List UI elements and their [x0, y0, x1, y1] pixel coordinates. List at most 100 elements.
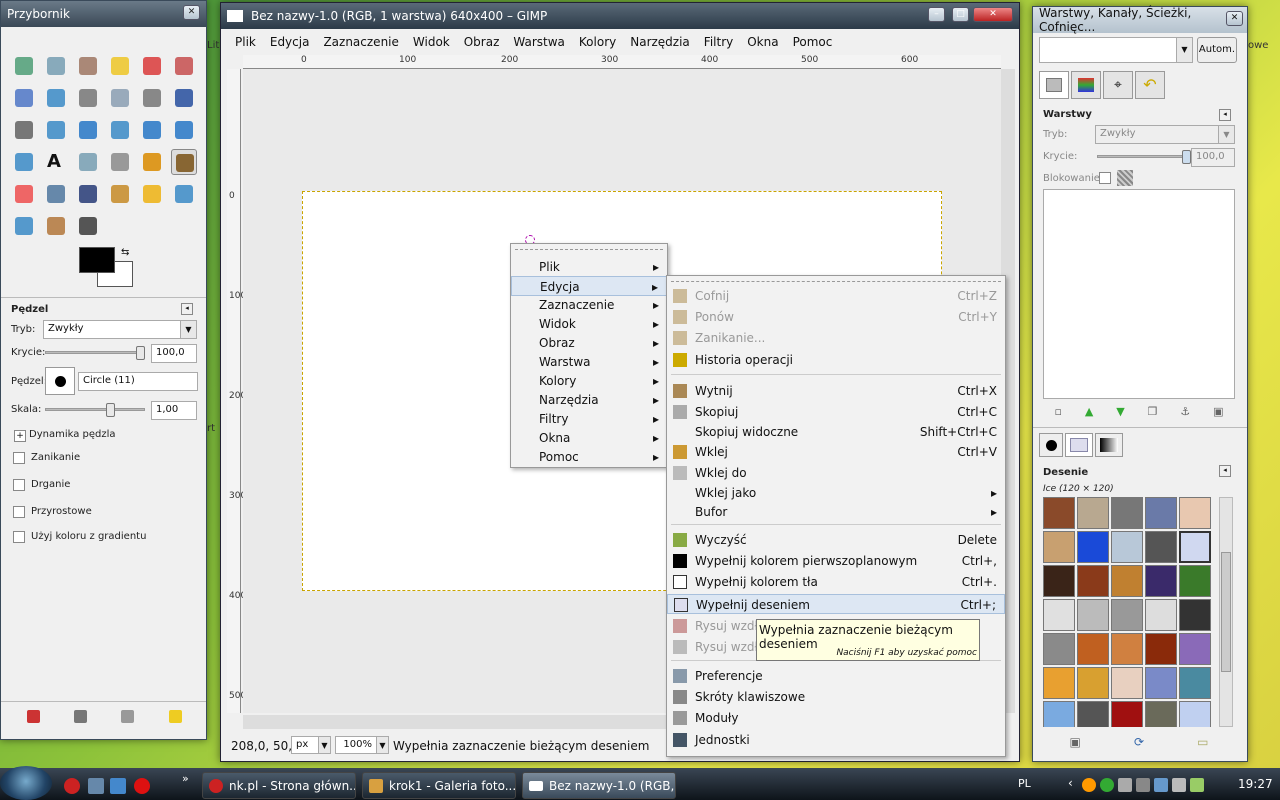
panel-menu-icon[interactable]: ◂: [1219, 465, 1231, 477]
pattern-swatch[interactable]: [1179, 565, 1211, 597]
edit-menu-item[interactable]: Skróty klawiszowe: [667, 687, 1005, 707]
menu-warstwa[interactable]: Warstwa: [513, 35, 565, 49]
pattern-swatch[interactable]: [1043, 667, 1075, 699]
close-button[interactable]: ✕: [183, 5, 200, 20]
tray-app2-icon[interactable]: [1136, 778, 1150, 792]
layer-mode-select[interactable]: Zwykły ▼: [1095, 125, 1235, 144]
pattern-swatch[interactable]: [1077, 497, 1109, 529]
layers-list[interactable]: [1043, 189, 1235, 399]
pattern-swatch[interactable]: [1043, 701, 1075, 727]
tab-gradients[interactable]: [1095, 433, 1123, 457]
lock-alpha-checkbox[interactable]: [1099, 172, 1111, 184]
pattern-swatch[interactable]: [1111, 633, 1143, 665]
pattern-swatch[interactable]: [1179, 599, 1211, 631]
vertical-ruler[interactable]: 0 100 200 300 400 500: [227, 69, 246, 713]
context-menu-item[interactable]: Okna ▸: [511, 428, 667, 448]
pattern-swatch[interactable]: [1145, 565, 1177, 597]
opacity-slider[interactable]: [45, 346, 145, 360]
save-options-icon[interactable]: [27, 710, 40, 723]
expand-icon[interactable]: +: [14, 430, 26, 442]
bucket-fill-tool[interactable]: [75, 149, 101, 175]
pattern-swatch[interactable]: [1111, 531, 1143, 563]
panel-menu-icon[interactable]: ◂: [1219, 109, 1231, 121]
switch-windows-icon[interactable]: [110, 778, 126, 794]
gradient-checkbox[interactable]: [13, 531, 25, 543]
pattern-swatch[interactable]: [1077, 701, 1109, 727]
ellipse-select-tool[interactable]: [43, 53, 69, 79]
edit-menu-item[interactable]: Zanikanie...: [667, 328, 1005, 348]
edit-menu-item[interactable]: Jednostki: [667, 730, 1005, 750]
opera-icon[interactable]: [64, 778, 80, 794]
foreground-select-tool[interactable]: [11, 85, 37, 111]
pattern-swatch[interactable]: [1043, 531, 1075, 563]
delete-options-icon[interactable]: [121, 710, 134, 723]
pattern-swatch[interactable]: [1111, 667, 1143, 699]
pattern-swatch[interactable]: [1077, 565, 1109, 597]
close-button[interactable]: ✕: [1226, 11, 1243, 26]
tray-back-icon[interactable]: ‹: [1068, 776, 1073, 790]
tab-paths[interactable]: ⌖: [1103, 71, 1133, 99]
pattern-swatch[interactable]: [1145, 701, 1177, 727]
scale-slider[interactable]: [45, 403, 145, 417]
edit-menu-item[interactable]: Wytnij Ctrl+X: [667, 381, 1005, 401]
lock-pixels-icon[interactable]: [1117, 170, 1133, 186]
lower-layer-icon[interactable]: ▼: [1116, 405, 1124, 421]
patterns-scrollbar[interactable]: [1219, 497, 1233, 727]
perspective-tool[interactable]: [171, 117, 197, 143]
context-menu-item[interactable]: Kolory ▸: [511, 371, 667, 391]
edit-menu-item[interactable]: Bufor ▸: [667, 502, 1005, 522]
image-select[interactable]: ▼: [1039, 37, 1193, 63]
auto-button[interactable]: Autom.: [1197, 37, 1237, 63]
task-krok1[interactable]: krok1 - Galeria foto...: [362, 772, 516, 799]
tab-brushes[interactable]: [1039, 433, 1063, 457]
text-tool[interactable]: A: [43, 149, 69, 175]
pattern-swatch[interactable]: [1077, 633, 1109, 665]
power-icon[interactable]: [1190, 778, 1204, 792]
network-icon[interactable]: [1154, 778, 1168, 792]
shear-tool[interactable]: [139, 117, 165, 143]
edit-menu-item[interactable]: Wklej jako ▸: [667, 483, 1005, 503]
start-button[interactable]: [0, 766, 52, 800]
quicklaunch-more-icon[interactable]: »: [182, 772, 189, 785]
context-menu-item[interactable]: Narzędzia ▸: [511, 390, 667, 410]
show-desktop-icon[interactable]: [88, 778, 104, 794]
align-tool[interactable]: [11, 117, 37, 143]
rect-select-tool[interactable]: [11, 53, 37, 79]
smudge-tool[interactable]: [43, 213, 69, 239]
pattern-swatch[interactable]: [1179, 497, 1211, 529]
menu-okna[interactable]: Okna: [747, 35, 778, 49]
menu-plik[interactable]: Plik: [235, 35, 256, 49]
pattern-swatch[interactable]: [1145, 531, 1177, 563]
mode-select[interactable]: Zwykły ▼: [43, 320, 197, 339]
menu-narzedzia[interactable]: Narzędzia: [630, 35, 690, 49]
context-menu-item[interactable]: Warstwa ▸: [511, 352, 667, 372]
pattern-swatch[interactable]: [1077, 667, 1109, 699]
layers-titlebar[interactable]: Warstwy, Kanały, Ścieżki, Cofnięc... ✕: [1033, 6, 1247, 34]
measure-tool[interactable]: [139, 85, 165, 111]
edit-menu-item[interactable]: Ponów Ctrl+Y: [667, 307, 1005, 327]
tray-app-icon[interactable]: [1118, 778, 1132, 792]
pattern-swatch[interactable]: [1111, 497, 1143, 529]
pattern-swatch[interactable]: [1145, 633, 1177, 665]
pattern-swatch[interactable]: [1043, 497, 1075, 529]
pattern-swatch[interactable]: [1179, 667, 1211, 699]
zoom-select[interactable]: 100% ▼: [335, 736, 389, 754]
menu-zaznaczenie[interactable]: Zaznaczenie: [323, 35, 398, 49]
open-folder-icon[interactable]: ▭: [1197, 735, 1208, 749]
reset-options-icon[interactable]: [169, 710, 182, 723]
edit-menu-item[interactable]: Historia operacji: [667, 350, 1005, 370]
menu-edycja[interactable]: Edycja: [270, 35, 310, 49]
clone-tool[interactable]: [107, 181, 133, 207]
smiley-icon[interactable]: [1082, 778, 1096, 792]
pattern-swatch[interactable]: [1077, 599, 1109, 631]
brush-preview[interactable]: [45, 367, 75, 395]
pattern-swatch[interactable]: [1179, 701, 1211, 727]
fade-checkbox[interactable]: [13, 452, 25, 464]
paths-tool[interactable]: [43, 85, 69, 111]
language-indicator[interactable]: PL: [1018, 777, 1031, 790]
color-select-tool[interactable]: [139, 53, 165, 79]
tab-undo[interactable]: ↶: [1135, 71, 1165, 99]
layer-opacity-slider[interactable]: [1097, 150, 1191, 164]
context-menu-item[interactable]: Filtry ▸: [511, 409, 667, 429]
perspective-clone-tool[interactable]: [171, 181, 197, 207]
